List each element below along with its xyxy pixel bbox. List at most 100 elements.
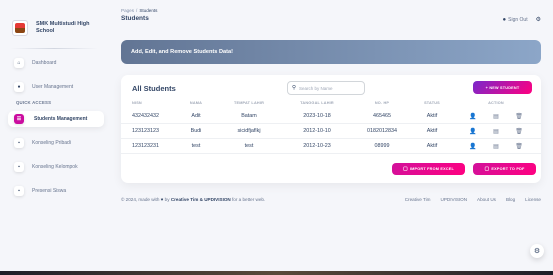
table-header: NISN NAMA TEMPAT LAHIR TANGGAL LAHIR NO.… xyxy=(121,100,541,108)
edit-icon[interactable]: ▤ xyxy=(489,113,503,120)
table-row: 123123123 Budi sicidfjaflkj 2012-10-10 0… xyxy=(121,125,541,139)
edit-icon[interactable]: ▤ xyxy=(489,128,503,135)
cell-status: Aktif xyxy=(426,128,438,134)
search-icon: ⚲ xyxy=(292,85,297,91)
row-actions: 👤 ▤ 🗑 xyxy=(466,113,526,120)
breadcrumb-separator: / xyxy=(136,8,138,13)
row-actions: 👤 ▤ 🗑 xyxy=(466,143,526,150)
cell-tanggal-lahir: 2012-10-23 xyxy=(303,143,331,149)
home-icon: ⌂ xyxy=(14,58,24,68)
search-box[interactable]: ⚲ xyxy=(287,81,365,95)
user-edit-icon[interactable]: 👤 xyxy=(466,143,480,150)
export-pdf-button[interactable]: ▢ EXPORT TO PDF xyxy=(473,163,536,175)
column-header: TEMPAT LAHIR xyxy=(233,101,265,105)
trash-icon[interactable]: 🗑 xyxy=(512,113,526,120)
sign-out-link[interactable]: Sign Out xyxy=(508,17,527,23)
column-header: TANGGAL LAHIR xyxy=(300,101,334,105)
sidebar-item-konseling-kelompok[interactable]: ▪ Konseling Kelompok xyxy=(0,159,108,175)
cell-tempat-lahir: sicidfjaflkj xyxy=(237,128,261,134)
sidebar-item-label: Presensi Siswa xyxy=(32,188,67,194)
attendance-icon: ▪ xyxy=(14,186,24,196)
cell-no-hp: 0182012834 xyxy=(367,128,397,134)
table-row: 123123231 test test 2012-10-23 08999 Akt… xyxy=(121,140,541,154)
row-actions: 👤 ▤ 🗑 xyxy=(466,128,526,135)
gear-icon[interactable]: ⚙ xyxy=(536,16,541,23)
table-row: 432432432 Adit Batam 2023-10-18 465465 A… xyxy=(121,110,541,124)
footer-copyright: © 2024, made with xyxy=(121,197,160,202)
list-icon: ☰ xyxy=(14,114,24,124)
search-input[interactable] xyxy=(299,85,362,91)
column-header: NO. HP xyxy=(374,101,390,105)
cell-tanggal-lahir: 2023-10-18 xyxy=(303,113,331,119)
students-card: All Students ⚲ + NEW STUDENT NISN NAMA T… xyxy=(121,75,541,183)
breadcrumb-current: Students xyxy=(139,8,158,13)
footer-creative-tim[interactable]: Creative Tim xyxy=(171,197,199,202)
footer-link-creative-tim[interactable]: Creative Tim xyxy=(405,197,431,202)
cell-no-hp: 465465 xyxy=(373,113,391,119)
cell-status: Aktif xyxy=(426,143,438,149)
file-icon: ▢ xyxy=(484,166,490,172)
import-excel-button[interactable]: ▢ IMPORT FROM EXCEL xyxy=(392,163,465,175)
footer-link-license[interactable]: License xyxy=(525,197,541,202)
group-icon: ▪ xyxy=(14,162,24,172)
new-student-button[interactable]: + NEW STUDENT xyxy=(473,81,532,94)
info-banner: Add, Edit, and Remove Students Data! xyxy=(121,40,541,64)
file-icon: ▢ xyxy=(402,166,408,172)
sidebar-item-user-management[interactable]: ● User Management xyxy=(0,79,108,95)
quick-access-label: QUICK ACCESS xyxy=(16,100,52,105)
user-edit-icon[interactable]: 👤 xyxy=(466,128,480,135)
cell-nisn: 123123123 xyxy=(132,128,159,134)
column-header: NISN xyxy=(132,101,142,105)
footer-link-about-us[interactable]: About Us xyxy=(477,197,496,202)
user-icon: ● xyxy=(14,82,24,92)
column-header: STATUS xyxy=(424,101,440,105)
footer-link-updivision[interactable]: UPDIVISION xyxy=(441,197,468,202)
sidebar-item-students-management[interactable]: ☰ Students Management xyxy=(8,111,104,127)
card-title: All Students xyxy=(132,84,176,93)
sidebar-item-label: Students Management xyxy=(34,116,88,122)
sidebar-item-konseling-pribadi[interactable]: ▪ Konseling Pribadi xyxy=(0,135,108,151)
sidebar-item-label: Dashboard xyxy=(32,60,57,66)
footer-and: & xyxy=(199,197,203,202)
footer-link-blog[interactable]: Blog xyxy=(506,197,515,202)
settings-fab[interactable]: ⚙ xyxy=(530,244,544,258)
header-actions: ● Sign Out ⚙ xyxy=(502,16,541,24)
heart-icon: ♥ xyxy=(160,197,164,202)
cell-nama: Budi xyxy=(190,128,202,134)
brand-name: SMK Multistudi High School xyxy=(36,21,90,34)
school-logo xyxy=(12,20,28,36)
footer-updivision[interactable]: UPDIVISION xyxy=(204,197,231,202)
sidebar-divider xyxy=(10,48,98,49)
sidebar-item-label: Konseling Pribadi xyxy=(32,140,71,146)
breadcrumb-root[interactable]: Pages xyxy=(121,8,134,13)
footer-links: Creative Tim UPDIVISION About Us Blog Li… xyxy=(405,197,541,202)
cell-no-hp: 08999 xyxy=(374,143,390,149)
export-pdf-label: EXPORT TO PDF xyxy=(491,167,525,171)
trash-icon[interactable]: 🗑 xyxy=(512,143,526,150)
column-header: ACTION xyxy=(488,101,504,105)
top-navbar: Pages / Students Students ● Sign Out ⚙ xyxy=(121,8,541,24)
footer-suffix: for a better web. xyxy=(232,197,266,202)
cell-nisn: 432432432 xyxy=(132,113,159,119)
cell-status: Aktif xyxy=(426,113,438,119)
sidebar-item-dashboard[interactable]: ⌂ Dashboard xyxy=(0,55,108,71)
cell-nisn: 123123231 xyxy=(132,143,159,149)
gear-icon: ⚙ xyxy=(533,248,541,255)
footer-by: by xyxy=(164,197,170,202)
trash-icon[interactable]: 🗑 xyxy=(512,128,526,135)
brand[interactable]: SMK Multistudi High School xyxy=(0,0,108,40)
banner-text: Add, Edit, and Remove Students Data! xyxy=(131,49,233,55)
import-excel-label: IMPORT FROM EXCEL xyxy=(409,167,455,171)
user-icon: ● xyxy=(502,16,507,23)
edit-icon[interactable]: ▤ xyxy=(489,143,503,150)
page-title: Students xyxy=(121,15,149,22)
cell-nama: Adit xyxy=(191,113,201,119)
taskbar-strip xyxy=(0,271,553,275)
user-edit-icon[interactable]: 👤 xyxy=(466,113,480,120)
chat-icon: ▪ xyxy=(14,138,24,148)
sidebar: SMK Multistudi High School ⌂ Dashboard ●… xyxy=(0,0,108,275)
cell-nama: test xyxy=(191,143,201,149)
sidebar-item-label: Konseling Kelompok xyxy=(32,164,78,170)
sidebar-item-label: User Management xyxy=(32,84,74,90)
sidebar-item-presensi-siswa[interactable]: ▪ Presensi Siswa xyxy=(0,183,108,199)
